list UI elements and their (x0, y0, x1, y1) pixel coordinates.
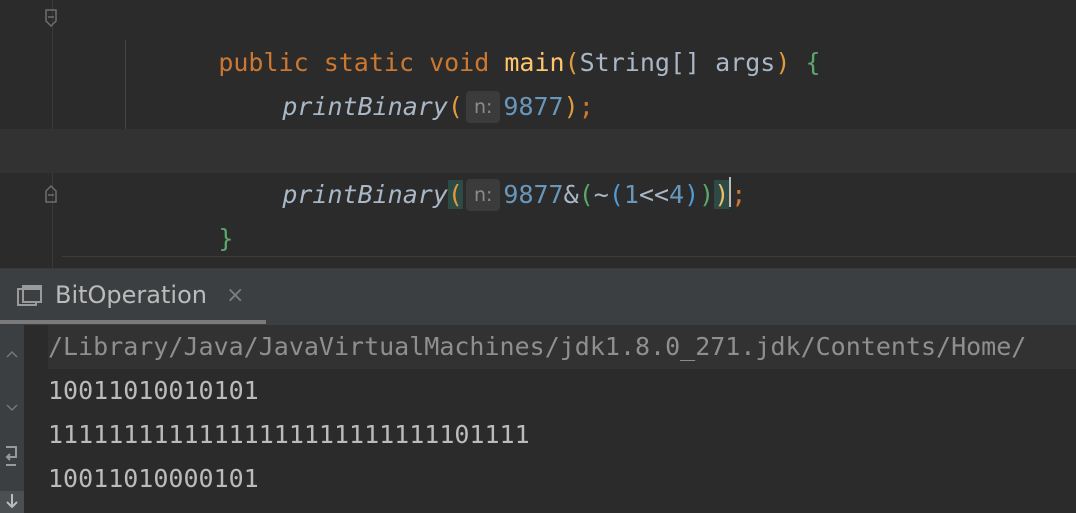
brace: } (218, 224, 234, 253)
code-line-close-brace: } (0, 173, 1076, 253)
run-tool-window: BitOperation × /Library/Java/JavaVirtual… (0, 268, 1076, 513)
console-window-icon (17, 285, 42, 306)
tab-label: BitOperation (55, 281, 207, 309)
code-line-main-signature: public static void main(String[] args) { (0, 0, 1076, 77)
chevron-up-icon[interactable] (4, 347, 20, 363)
scroll-to-end-icon[interactable] (0, 491, 24, 513)
console-output[interactable]: /Library/Java/JavaVirtualMachines/jdk1.8… (24, 325, 1076, 513)
code-line-call-1: printBinary(n: 9877); (0, 41, 1076, 123)
code-editor[interactable]: public static void main(String[] args) {… (0, 0, 1076, 268)
code-line-call-3: printBinary(n: 9877&(~(1<<4))); (0, 129, 1076, 211)
divider (62, 256, 1076, 257)
active-tab-indicator (0, 320, 266, 324)
run-toolbar (0, 325, 24, 513)
console-output-line: 10011010010101 (48, 376, 259, 405)
tab-bitoperation[interactable]: BitOperation × (0, 269, 266, 325)
soft-wrap-icon[interactable] (2, 443, 22, 473)
console-output-line: 11111111111111111111111111101111 (48, 420, 530, 449)
run-tab-bar: BitOperation × (0, 269, 1076, 325)
code-line-call-2: printBinary(~(1<<4)); (0, 85, 1076, 165)
chevron-down-icon[interactable] (4, 399, 20, 415)
console-output-line: 10011010000101 (48, 464, 259, 493)
console-command-line: /Library/Java/JavaVirtualMachines/jdk1.8… (48, 325, 1076, 369)
close-icon[interactable]: × (226, 283, 244, 308)
